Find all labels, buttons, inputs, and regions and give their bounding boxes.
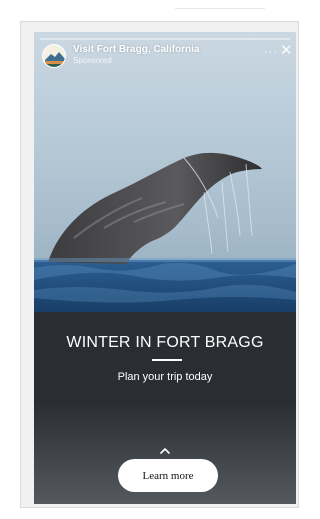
- sponsored-label: Sponsored: [73, 56, 112, 65]
- story-ad[interactable]: Visit Fort Bragg, California Sponsored ·…: [34, 32, 296, 504]
- more-icon[interactable]: ···: [264, 46, 278, 58]
- headline-divider: [152, 359, 182, 361]
- learn-more-button[interactable]: Learn more: [118, 459, 218, 492]
- headline: WINTER IN FORT BRAGG: [66, 334, 264, 351]
- top-divider: [175, 0, 265, 9]
- chevron-up-icon[interactable]: [160, 446, 170, 456]
- account-name[interactable]: Visit Fort Bragg, California: [73, 44, 200, 55]
- avatar[interactable]: [42, 44, 66, 68]
- subhead: Plan your trip today: [117, 371, 213, 383]
- logo-icon: [43, 45, 65, 67]
- close-icon[interactable]: ✕: [280, 43, 293, 58]
- story-progress-bar: [40, 38, 290, 40]
- ad-header: Visit Fort Bragg, California Sponsored ·…: [42, 43, 293, 68]
- whale-tail-photo: [34, 32, 296, 312]
